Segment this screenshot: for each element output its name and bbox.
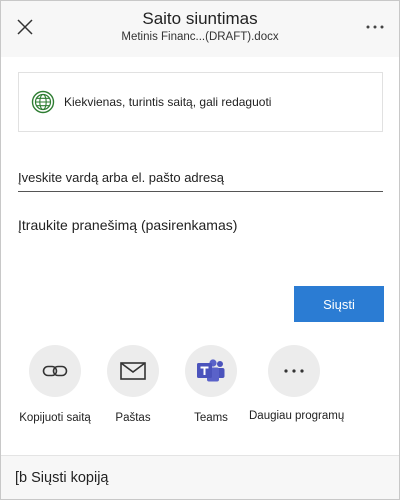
dialog-body: Kiekvienas, turintis saitą, gali redaguo… [1,57,399,455]
dialog-header: Saito siuntimas Metinis Financ...(DRAFT)… [1,1,399,57]
app-label: Paštas [115,412,151,424]
dialog-title: Saito siuntimas [142,9,258,28]
app-label: Teams [194,412,228,424]
share-apps-row: Kopijuoti saitą Paštas Teams Daugiau pro… [1,345,399,435]
app-label: Kopijuoti saitą [19,412,91,424]
share-link-dialog: Saito siuntimas Metinis Financ...(DRAFT)… [0,0,400,500]
teams-icon [197,359,225,382]
app-teams[interactable]: Teams [166,345,256,424]
app-label: Daugiau programų [249,410,345,422]
link-icon [42,365,68,377]
app-mail[interactable]: Paštas [88,345,178,424]
globe-icon [30,89,56,115]
app-more[interactable]: Daugiau programų [249,345,345,422]
recipient-input[interactable] [18,164,383,192]
mail-icon [120,362,146,380]
file-name: Metinis Financ...(DRAFT).docx [121,31,279,43]
link-permission-setting[interactable]: Kiekvienas, turintis saitą, gali redaguo… [18,72,383,132]
more-options-button[interactable] [361,13,389,41]
more-horizontal-icon [366,25,384,29]
send-copy-label: [b Siųsti kopiją [15,469,109,486]
more-horizontal-icon [284,369,304,373]
send-button[interactable]: Siųsti [294,286,384,322]
send-copy-button[interactable]: [b Siųsti kopiją [1,455,399,499]
app-copy-link[interactable]: Kopijuoti saitą [10,345,100,424]
message-input[interactable] [18,217,383,277]
permission-label: Kiekvienas, turintis saitą, gali redaguo… [64,95,272,109]
